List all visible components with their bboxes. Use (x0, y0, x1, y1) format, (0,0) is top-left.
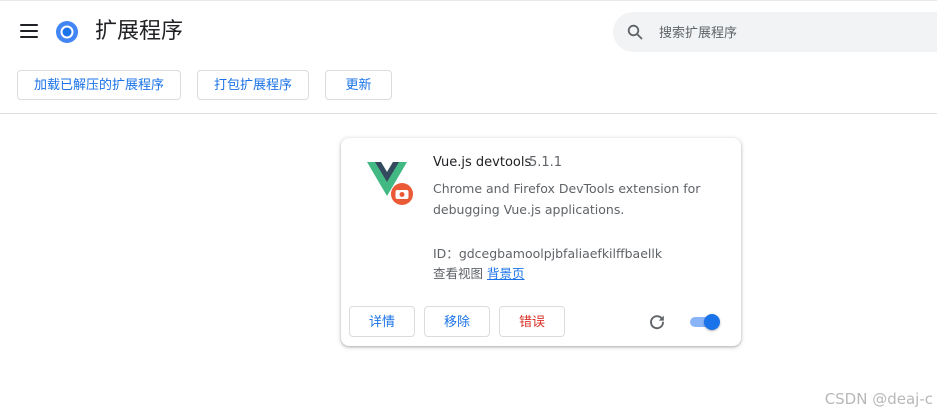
vue-devtools-logo (367, 162, 413, 205)
pack-extension-button[interactable]: 打包扩展程序 (197, 70, 309, 100)
details-button[interactable]: 详情 (349, 306, 415, 337)
extension-id-label: ID： (433, 246, 459, 261)
search-input[interactable] (657, 21, 921, 45)
search-box[interactable] (613, 12, 937, 52)
inspect-views: 查看视图 背景页 (433, 263, 525, 282)
remove-button[interactable]: 移除 (424, 306, 490, 337)
search-icon (627, 24, 643, 40)
enable-toggle[interactable] (690, 314, 722, 330)
errors-button[interactable]: 错误 (499, 306, 565, 337)
extension-id-value: gdcegbamoolpjbfaliaefkilffbaellk (458, 246, 663, 261)
extension-name: Vue.js devtools (433, 155, 532, 170)
extension-card: Vue.js devtools 5.1.1 Chrome and Firefox… (341, 138, 741, 346)
inspect-views-label: 查看视图 (433, 266, 484, 281)
page-title: 扩展程序 (95, 19, 184, 44)
chrome-logo (56, 21, 78, 43)
update-button[interactable]: 更新 (325, 70, 392, 100)
reload-icon[interactable] (648, 313, 666, 331)
toolbar-divider (0, 113, 937, 114)
background-page-link[interactable]: 背景页 (487, 266, 525, 281)
extension-version: 5.1.1 (529, 155, 563, 170)
top-border (0, 0, 937, 1)
watermark: CSDN @deaj-c (824, 390, 933, 408)
menu-icon[interactable] (20, 24, 38, 40)
toggle-knob (704, 314, 720, 330)
extensions-page: 扩展程序 加载已解压的扩展程序 打包扩展程序 更新 Vue.js devtool… (0, 0, 937, 414)
load-unpacked-button[interactable]: 加载已解压的扩展程序 (17, 70, 181, 100)
extension-id: ID：gdcegbamoolpjbfaliaefkilffbaellk (433, 243, 662, 262)
extension-description: Chrome and Firefox DevTools extension fo… (433, 181, 701, 217)
